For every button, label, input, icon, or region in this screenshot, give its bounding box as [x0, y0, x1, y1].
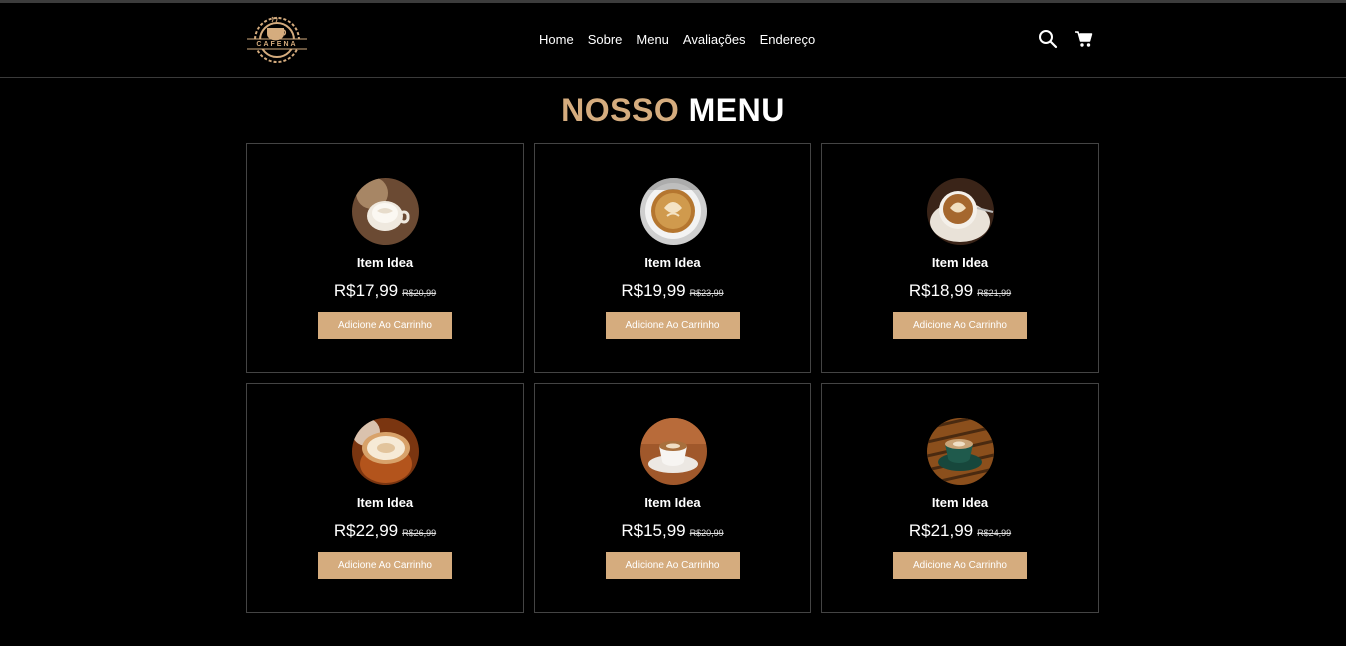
nav-link-menu[interactable]: Menu [636, 31, 669, 49]
coffee-image [639, 418, 707, 485]
item-price: R$17,99 [333, 281, 399, 300]
item-old-price: R$20,99 [402, 288, 437, 298]
nav-link-sobre[interactable]: Sobre [588, 31, 623, 49]
price-row: R$22,99 R$26,99 [247, 520, 523, 542]
price-row: R$15,99 R$20,99 [535, 520, 810, 542]
nav-link-avaliacoes[interactable]: Avaliações [683, 31, 746, 49]
main-nav: Home Sobre Menu Avaliações Endereço [539, 31, 815, 49]
item-old-price: R$20,99 [689, 528, 724, 538]
item-old-price: R$21,99 [977, 288, 1012, 298]
item-old-price: R$24,99 [977, 528, 1012, 538]
add-to-cart-button[interactable]: Adicione Ao Carrinho [318, 312, 452, 339]
item-old-price: R$26,99 [402, 528, 437, 538]
logo-text: CAFENA [256, 41, 298, 48]
price-row: R$21,99 R$24,99 [822, 520, 1098, 542]
item-name: Item Idea [356, 495, 414, 510]
item-price: R$22,99 [333, 521, 399, 540]
nav-link-home[interactable]: Home [539, 31, 574, 49]
price-row: R$19,99 R$23,99 [535, 280, 810, 302]
item-price: R$19,99 [621, 281, 686, 300]
item-price: R$18,99 [908, 281, 974, 300]
item-name: Item Idea [356, 255, 414, 270]
add-to-cart-button[interactable]: Adicione Ao Carrinho [605, 552, 740, 579]
logo[interactable]: CAFENA [245, 12, 309, 68]
item-name: Item Idea [931, 495, 989, 510]
coffee-image [352, 418, 419, 485]
item-old-price: R$23,99 [689, 288, 724, 298]
section-title-plain: MENU [688, 92, 785, 128]
item-price: R$15,99 [621, 521, 686, 540]
coffee-image [927, 178, 994, 245]
coffee-image [352, 178, 419, 245]
coffee-image [927, 418, 994, 485]
menu-card: Item Idea R$17,99 R$20,99 Adicione Ao Ca… [246, 143, 524, 373]
price-row: R$18,99 R$21,99 [822, 280, 1098, 302]
nav-icons [1038, 29, 1094, 49]
section-title-accent: NOSSO [561, 92, 680, 128]
search-icon[interactable] [1038, 29, 1058, 49]
coffee-image [639, 178, 707, 245]
coffee-logo-icon [247, 16, 307, 63]
menu-grid: Item Idea R$17,99 R$20,99 Adicione Ao Ca… [246, 143, 1099, 613]
menu-card: Item Idea R$22,99 R$26,99 Adicione Ao Ca… [246, 383, 524, 613]
price-row: R$17,99 R$20,99 [247, 280, 523, 302]
item-price: R$21,99 [908, 521, 974, 540]
cart-icon[interactable] [1074, 29, 1094, 49]
menu-card: Item Idea R$18,99 R$21,99 Adicione Ao Ca… [821, 143, 1099, 373]
add-to-cart-button[interactable]: Adicione Ao Carrinho [605, 312, 740, 339]
item-name: Item Idea [931, 255, 989, 270]
menu-card: Item Idea R$21,99 R$24,99 Adicione Ao Ca… [821, 383, 1099, 613]
menu-card: Item Idea R$19,99 R$23,99 Adicione Ao Ca… [534, 143, 811, 373]
nav-link-endereco[interactable]: Endereço [760, 31, 816, 49]
menu-card: Item Idea R$15,99 R$20,99 Adicione Ao Ca… [534, 383, 811, 613]
section-title: NOSSO MENU [0, 91, 1346, 129]
navbar: CAFENA Home Sobre Menu Avaliações Endere… [0, 3, 1346, 78]
add-to-cart-button[interactable]: Adicione Ao Carrinho [893, 312, 1027, 339]
add-to-cart-button[interactable]: Adicione Ao Carrinho [893, 552, 1027, 579]
item-name: Item Idea [644, 495, 701, 510]
add-to-cart-button[interactable]: Adicione Ao Carrinho [318, 552, 452, 579]
item-name: Item Idea [644, 255, 701, 270]
